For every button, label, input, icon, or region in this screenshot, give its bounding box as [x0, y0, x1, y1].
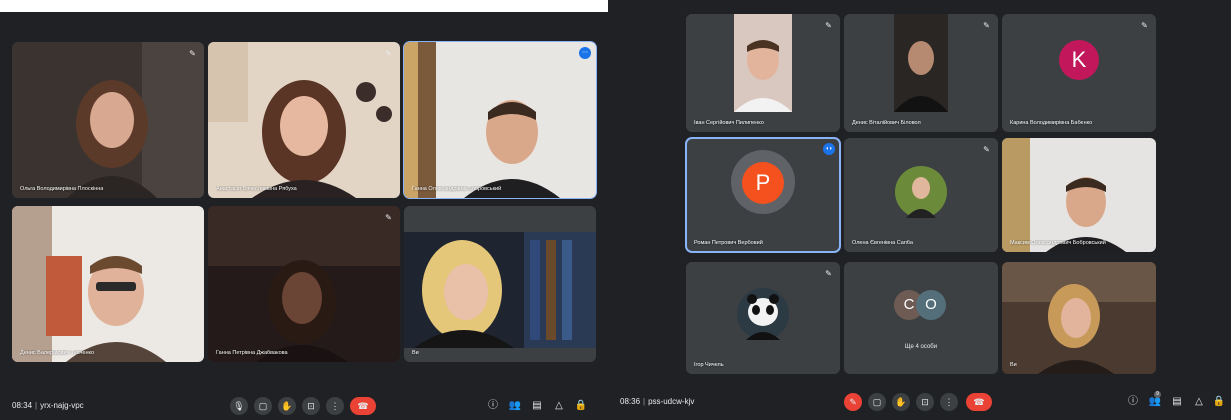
mic-off-icon: ✎ [189, 49, 196, 58]
more-options-button[interactable]: ⋮ [940, 393, 958, 411]
people-count-badge: 9 [1154, 391, 1161, 398]
hang-up-button[interactable]: ☎ [966, 393, 992, 411]
participant-name: Денис Віталійович Біловол [852, 120, 921, 126]
bottom-toolbar: 08:34 | yrx-najg-vpc 🎙 ▢ ✋ ⊡ ⋮ ☎ ⓘ 👥 ▤ △ 🔒 [0, 392, 608, 420]
participant-name: Анастасія Вячеславівна Рябуха [216, 186, 297, 192]
chat-icon[interactable]: ▤ [1170, 395, 1184, 409]
people-icon[interactable]: 👥 9 [1148, 391, 1162, 409]
meeting-code: pss-udcw-kjv [648, 397, 695, 406]
hang-up-button[interactable]: ☎ [350, 397, 376, 415]
participant-video [12, 42, 204, 198]
participant-tile[interactable]: ✎ Іван Сергійович Пилипенко [686, 14, 840, 132]
present-button[interactable]: ⊡ [302, 397, 320, 415]
mic-off-icon: ✎ [983, 21, 990, 30]
chat-icon[interactable]: ▤ [530, 399, 544, 413]
participant-tile[interactable]: ✎ Ігор Чичель [686, 262, 840, 374]
info-icon[interactable]: ⓘ [1126, 395, 1140, 409]
more-participants-label: Ще 4 особи [904, 344, 938, 350]
participant-tile[interactable]: ✎ Ганна Петрівна Джабвакова [208, 206, 400, 362]
self-tile[interactable]: Ви [404, 206, 596, 362]
participant-tile[interactable]: Максим Олександрович Бобровський [1002, 138, 1156, 252]
participant-video [208, 206, 400, 362]
participant-video [844, 14, 998, 132]
participant-video [686, 14, 840, 132]
mic-off-button[interactable]: ✎ [844, 393, 862, 411]
mic-off-icon: ✎ [1141, 21, 1148, 30]
speaking-icon: ◖◗ [823, 143, 835, 155]
participant-tile-active[interactable]: P ◖◗ Роман Петрович Вербовий [685, 137, 841, 253]
host-controls-icon[interactable]: 🔒 [574, 399, 588, 413]
participant-name: Ганна Олександрівна Бобровський [412, 186, 502, 192]
meeting-time: 08:34 [12, 401, 33, 410]
participant-video [12, 206, 204, 362]
participant-avatar: O [916, 290, 946, 320]
participant-name: Карина Володимирівна Бабенко [1010, 120, 1093, 126]
activities-icon[interactable]: △ [1192, 395, 1206, 409]
mic-button[interactable]: 🎙 [230, 397, 248, 415]
host-controls-icon[interactable]: 🔒 [1212, 395, 1226, 409]
participant-name: Максим Олександрович Бобровський [1010, 240, 1106, 246]
more-participants-avatars: C O [894, 290, 948, 320]
mic-off-icon: ✎ [385, 213, 392, 222]
mic-off-icon: ✎ [983, 145, 990, 154]
camera-button[interactable]: ▢ [868, 393, 886, 411]
participant-video [404, 42, 596, 198]
participant-tile-active[interactable]: ⋯ Ганна Олександрівна Бобровський [403, 41, 597, 199]
people-icon[interactable]: 👥 [508, 399, 522, 413]
participant-name: Ольга Володимирівна Плоскінна [20, 186, 104, 192]
more-participants-tile[interactable]: C O Ще 4 особи [844, 262, 998, 374]
present-button[interactable]: ⊡ [916, 393, 934, 411]
participant-name: Денис Валерійович Ткаченко [20, 350, 95, 356]
participant-avatar: P [742, 162, 784, 204]
participant-tile[interactable]: ✎ Денис Валерійович Ткаченко [12, 206, 204, 362]
meeting-time: 08:36 [620, 397, 641, 406]
mic-off-icon: ✎ [189, 213, 196, 222]
mic-off-icon: ✎ [385, 49, 392, 58]
participant-name: Іван Сергійович Пилипенко [694, 120, 764, 126]
activities-icon[interactable]: △ [552, 399, 566, 413]
participant-tile[interactable]: ✎ Ольга Володимирівна Плоскінна [12, 42, 204, 198]
mic-off-icon: ✎ [825, 21, 832, 30]
self-video [404, 206, 596, 362]
more-options-button[interactable]: ⋮ [326, 397, 344, 415]
self-video [1002, 262, 1156, 374]
raise-hand-button[interactable]: ✋ [278, 397, 296, 415]
participant-avatar: K [1059, 40, 1099, 80]
participant-name: Ви [1010, 362, 1017, 368]
participant-name: Ви [412, 350, 419, 356]
bottom-toolbar: 08:36 | pss-udcw-kjv ✎ ▢ ✋ ⊡ ⋮ ☎ ⓘ 👥 9 ▤ △ … [608, 388, 1231, 418]
participant-name: Ігор Чичель [694, 362, 724, 368]
participant-tile[interactable]: ✎ Денис Віталійович Біловол [844, 14, 998, 132]
participant-video [208, 42, 400, 198]
meet-window-left: ✎ Ольга Володимирівна Плоскінна ✎ Анаста… [0, 12, 608, 420]
participant-avatar-photo [844, 138, 998, 252]
participant-tile[interactable]: K ✎ Карина Володимирівна Бабенко [1002, 14, 1156, 132]
participant-tile[interactable]: ✎ Олена Євгенівна Сапба [844, 138, 998, 252]
meeting-details: 08:34 | yrx-najg-vpc [12, 401, 84, 410]
camera-button[interactable]: ▢ [254, 397, 272, 415]
meeting-code: yrx-najg-vpc [40, 401, 84, 410]
self-tile[interactable]: Ви [1002, 262, 1156, 374]
raise-hand-button[interactable]: ✋ [892, 393, 910, 411]
participant-name: Олена Євгенівна Сапба [852, 240, 913, 246]
meeting-details: 08:36 | pss-udcw-kjv [620, 397, 695, 406]
participant-name: Роман Петрович Вербовий [694, 240, 763, 246]
participant-name: Ганна Петрівна Джабвакова [216, 350, 288, 356]
mic-off-icon: ✎ [825, 269, 832, 278]
participant-tile[interactable]: ✎ Анастасія Вячеславівна Рябуха [208, 42, 400, 198]
meet-window-right: ✎ Іван Сергійович Пилипенко ✎ Денис Віта… [608, 0, 1231, 420]
participant-avatar-photo [686, 262, 840, 374]
participant-video [1002, 138, 1156, 252]
more-icon[interactable]: ⋯ [579, 47, 591, 59]
info-icon[interactable]: ⓘ [486, 399, 500, 413]
